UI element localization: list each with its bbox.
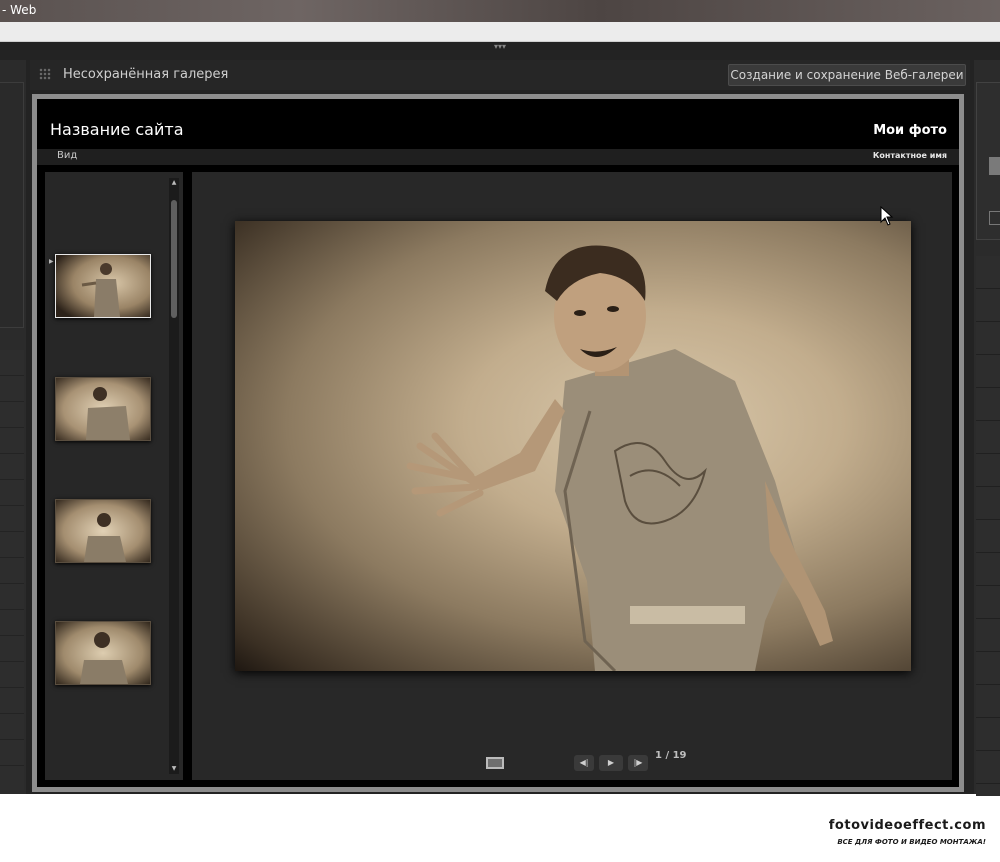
settings-checkbox[interactable]: [989, 211, 1000, 225]
thumbnail-image: [56, 622, 150, 684]
thumbnail[interactable]: [55, 499, 151, 563]
site-page: Название сайта Мои фото Вид Контактное и…: [37, 99, 959, 787]
previous-icon[interactable]: ◀|: [574, 755, 594, 771]
grid-icon[interactable]: [39, 68, 51, 80]
thumbnail[interactable]: [55, 377, 151, 441]
watermark-tagline: ВСЕ ДЛЯ ФОТО И ВИДЕО МОНТАЖА!: [837, 838, 986, 846]
web-module: ▾▾▾ Несохранённая галерея Создание и сох…: [0, 42, 1000, 796]
gallery-title: Несохранённая галерея: [63, 67, 229, 82]
selected-marker-icon: ▶: [49, 258, 54, 265]
main-photo-image: [406, 245, 833, 671]
thumbnail[interactable]: [55, 621, 151, 685]
thumbnail-image: [56, 255, 150, 317]
nav-view-link[interactable]: Вид: [57, 150, 77, 161]
gallery-preview: Название сайта Мои фото Вид Контактное и…: [32, 94, 964, 792]
next-icon[interactable]: |▶: [628, 755, 648, 771]
left-panel-list[interactable]: [0, 350, 24, 790]
right-panel-list[interactable]: [976, 256, 1000, 796]
thumbnail-strip: ▶ ▲ ▼: [45, 172, 183, 780]
color-swatch[interactable]: [989, 157, 1000, 175]
contact-name-link[interactable]: Контактное имя: [873, 151, 947, 160]
left-panel: [0, 60, 26, 794]
main-photo-area: ◀| ▶ |▶ 1 / 19: [192, 172, 952, 780]
window-title: - Web: [2, 3, 37, 17]
scroll-up-icon[interactable]: ▲: [169, 178, 179, 188]
screen-icon[interactable]: [486, 757, 504, 769]
create-save-gallery-button[interactable]: Создание и сохранение Веб-галереи: [728, 64, 966, 86]
menu-strip: [0, 22, 1000, 42]
scroll-down-icon[interactable]: ▼: [169, 764, 179, 774]
site-name[interactable]: Название сайта: [50, 120, 184, 139]
mouse-cursor-icon: [880, 206, 894, 226]
thumbnail-image: [56, 500, 150, 562]
panel-grip-icon[interactable]: ▾▾▾: [490, 43, 510, 51]
right-panel: [974, 60, 1000, 796]
thumbnail-scrollbar[interactable]: ▲ ▼: [169, 178, 179, 774]
play-icon[interactable]: ▶: [599, 755, 623, 771]
right-settings-box: [976, 82, 1000, 240]
thumbnail[interactable]: [55, 254, 151, 318]
site-nav-bar: Вид Контактное имя: [37, 149, 959, 165]
scroll-thumb[interactable]: [171, 200, 177, 318]
photo-counter: 1 / 19: [655, 750, 687, 761]
watermark-site: fotovideoeffect.com: [828, 818, 986, 833]
window-title-bar: - Web: [0, 0, 1000, 22]
left-preview-box: [0, 82, 24, 328]
main-photo[interactable]: [235, 221, 911, 671]
collection-title[interactable]: Мои фото: [873, 123, 947, 138]
gallery-header: Несохранённая галерея Создание и сохране…: [30, 60, 970, 90]
thumbnail-image: [56, 378, 150, 440]
